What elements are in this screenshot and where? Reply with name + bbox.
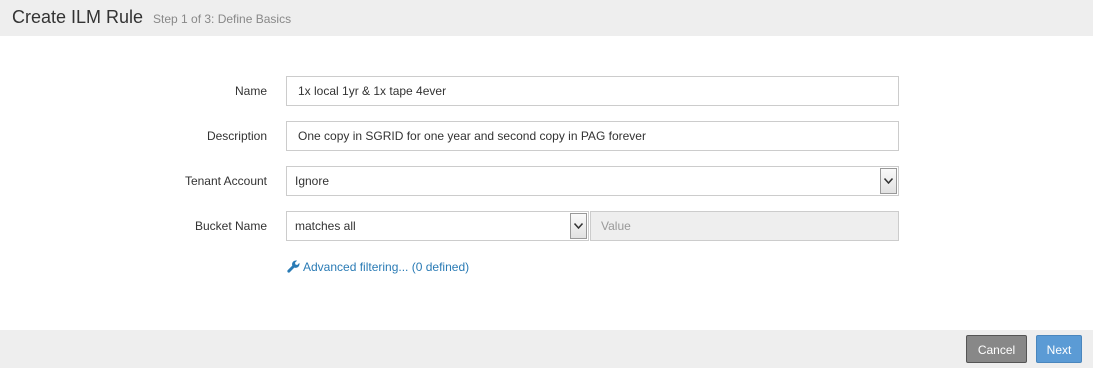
description-input-value: One copy in SGRID for one year and secon… (298, 129, 646, 143)
next-button[interactable]: Next (1036, 335, 1082, 363)
tenant-account-select[interactable]: Ignore (286, 166, 899, 196)
advanced-filtering-count: (0 defined) (411, 260, 470, 274)
page-title: Create ILM Rule (12, 7, 144, 27)
page-footer: Cancel Next (0, 330, 1093, 368)
description-input[interactable]: One copy in SGRID for one year and secon… (286, 121, 899, 151)
bucket-name-value-placeholder: Value (601, 219, 631, 233)
name-input[interactable]: 1x local 1yr & 1x tape 4ever (286, 76, 899, 106)
bucket-name-value-input: Value (590, 211, 899, 241)
bucket-name-operator-select[interactable]: matches all (286, 211, 589, 241)
bucket-name-operator-selected: matches all (295, 219, 356, 233)
name-label: Name (234, 84, 267, 98)
description-label: Description (206, 129, 267, 143)
cancel-button[interactable]: Cancel (966, 335, 1027, 363)
tenant-account-selected: Ignore (295, 174, 330, 188)
description-row: Description One copy in SGRID for one ye… (0, 121, 1093, 151)
chevron-down-icon[interactable] (880, 168, 897, 194)
name-row: Name 1x local 1yr & 1x tape 4ever (0, 76, 1093, 106)
bucket-name-row: Bucket Name matches all Value (0, 211, 1093, 241)
name-input-value: 1x local 1yr & 1x tape 4ever (298, 84, 447, 98)
tenant-account-label: Tenant Account (184, 174, 267, 188)
tenant-account-row: Tenant Account Ignore (0, 166, 1093, 196)
advanced-filtering-link[interactable]: Advanced filtering... (0 defined) (287, 258, 469, 274)
chevron-down-icon[interactable] (570, 213, 587, 239)
bucket-name-label: Bucket Name (194, 219, 267, 233)
page-header: Create ILM Rule Step 1 of 3: Define Basi… (0, 0, 1093, 36)
step-indicator: Step 1 of 3: Define Basics (153, 12, 292, 26)
wrench-icon (287, 260, 300, 273)
advanced-filtering-label: Advanced filtering... (303, 260, 409, 274)
